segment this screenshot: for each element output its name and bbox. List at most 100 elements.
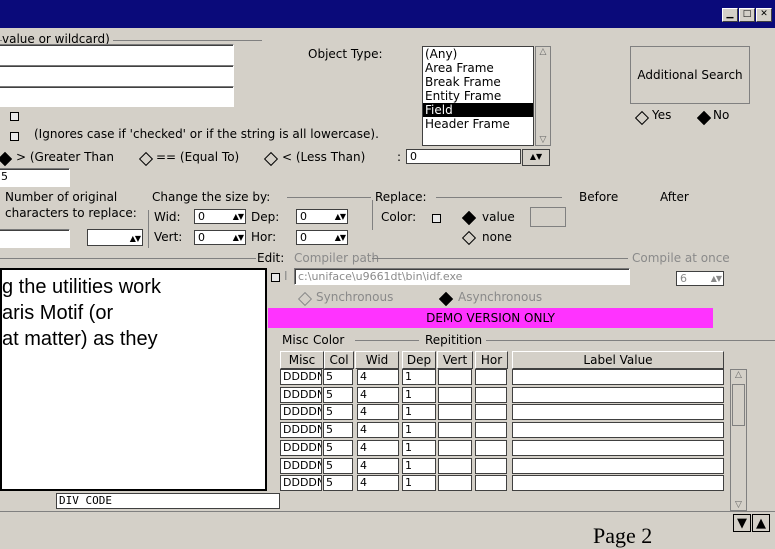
grid-cell-label[interactable] (512, 369, 724, 385)
grid-cell-hor[interactable] (475, 422, 507, 439)
compiler-checkbox[interactable] (271, 271, 280, 285)
grid-cell-hor[interactable] (475, 404, 507, 421)
grid-cell-hor[interactable] (475, 475, 507, 492)
grid-cell-wid[interactable]: 4 (357, 386, 399, 403)
maximize-button[interactable]: □ (739, 8, 755, 22)
dep-spin[interactable]: 0 ▲▼ (296, 209, 348, 224)
compare-spin-arrows[interactable]: ▲▼ (522, 149, 550, 166)
synchronous-radio[interactable] (297, 291, 313, 307)
grid-cell-col[interactable]: 5 (323, 386, 353, 403)
wid-header[interactable]: Wid (355, 351, 399, 369)
grid-cell-col[interactable]: 5 (323, 457, 353, 474)
orig-chars-spin[interactable]: ▲▼ (87, 229, 143, 246)
object-type-option[interactable]: Break Frame (423, 75, 533, 89)
grid-cell-misc[interactable]: DDDDN (280, 475, 322, 492)
grid-cell-dep[interactable]: 1 (402, 369, 436, 385)
grid-cell-col[interactable]: 5 (323, 439, 353, 456)
grid-cell-label[interactable] (512, 439, 724, 456)
grid-cell-dep[interactable]: 1 (402, 475, 436, 492)
grid-cell-label[interactable] (512, 475, 724, 492)
label-value-header[interactable]: Label Value (512, 351, 724, 369)
grid-cell-vert[interactable] (438, 386, 472, 403)
no-radio[interactable] (696, 110, 712, 126)
compare-eq-radio[interactable] (138, 151, 154, 167)
grid-cell-misc[interactable]: DDDDN (280, 369, 322, 385)
grid-cell-label[interactable] (512, 386, 724, 403)
misc-header[interactable]: Misc (280, 351, 324, 369)
grid-cell-col[interactable]: 5 (323, 369, 353, 385)
dep-header[interactable]: Dep (402, 351, 436, 369)
minimize-button[interactable]: ▁ (722, 8, 738, 22)
grid-cell-vert[interactable] (438, 439, 472, 456)
grid-cell-dep[interactable]: 1 (402, 386, 436, 403)
spin-arrows-icon[interactable]: ▲▼ (233, 210, 244, 223)
grid-cell-misc[interactable]: DDDDN (280, 439, 322, 456)
hor-header[interactable]: Hor (475, 351, 508, 369)
compare-lt-radio[interactable] (263, 151, 279, 167)
grid-cell-wid[interactable]: 4 (357, 404, 399, 421)
object-type-scrollbar[interactable]: △ ▽ (535, 46, 551, 146)
grid-scrollbar[interactable]: △ ▽ (730, 369, 747, 511)
page-up-button[interactable]: ▲ (752, 514, 770, 532)
grid-cell-hor[interactable] (475, 457, 507, 474)
small-value-input[interactable]: 5 (0, 168, 70, 187)
search-field-3[interactable] (0, 86, 234, 107)
compile-once-spin[interactable]: 6 ▲▼ (676, 271, 724, 286)
grid-cell-wid[interactable]: 4 (357, 457, 399, 474)
orig-chars-input[interactable] (0, 229, 70, 248)
grid-cell-hor[interactable] (475, 439, 507, 456)
grid-cell-misc[interactable]: DDDDN (280, 386, 322, 403)
page-down-button[interactable]: ▼ (733, 514, 751, 532)
grid-cell-hor[interactable] (475, 369, 507, 385)
grid-cell-wid[interactable]: 4 (357, 439, 399, 456)
grid-cell-dep[interactable]: 1 (402, 404, 436, 421)
yes-radio[interactable] (634, 110, 650, 126)
object-type-option[interactable]: Entity Frame (423, 89, 533, 103)
vert-header[interactable]: Vert (437, 351, 473, 369)
grid-cell-col[interactable]: 5 (323, 475, 353, 492)
grid-cell-misc[interactable]: DDDDN (280, 457, 322, 474)
none-radio[interactable] (461, 230, 477, 246)
grid-cell-col[interactable]: 5 (323, 404, 353, 421)
spin-arrows-icon[interactable]: ▲▼ (233, 231, 244, 244)
value-radio[interactable] (461, 210, 477, 226)
grid-cell-dep[interactable]: 1 (402, 422, 436, 439)
spin-arrows-icon[interactable]: ▲▼ (335, 231, 346, 244)
compare-gt-radio[interactable] (0, 151, 13, 167)
wid-spin[interactable]: 0 ▲▼ (194, 209, 246, 224)
grid-cell-dep[interactable]: 1 (402, 439, 436, 456)
grid-cell-vert[interactable] (438, 422, 472, 439)
grid-cell-col[interactable]: 5 (323, 422, 353, 439)
compare-value-input[interactable]: 0 (406, 149, 521, 164)
object-type-option-selected[interactable]: Field (423, 103, 533, 117)
grid-cell-misc[interactable]: DDDDN (280, 422, 322, 439)
object-type-option[interactable]: Area Frame (423, 61, 533, 75)
grid-cell-vert[interactable] (438, 457, 472, 474)
grid-cell-vert[interactable] (438, 475, 472, 492)
color-swatch[interactable] (530, 207, 566, 227)
grid-cell-label[interactable] (512, 404, 724, 421)
checkbox-1[interactable] (10, 110, 19, 124)
div-code-cell[interactable]: DIV CODE (56, 493, 280, 509)
additional-search-button[interactable]: Additional Search (630, 46, 750, 104)
close-button[interactable]: ✕ (756, 8, 772, 22)
grid-cell-wid[interactable]: 4 (357, 422, 399, 439)
spin-arrows-icon[interactable]: ▲▼ (711, 272, 722, 285)
compiler-path-input[interactable]: c:\uniface\u9661dt\bin\idf.exe (294, 268, 630, 285)
grid-cell-hor[interactable] (475, 386, 507, 403)
spin-arrows-icon[interactable]: ▲▼ (130, 232, 141, 245)
grid-cell-wid[interactable]: 4 (357, 369, 399, 385)
grid-cell-misc[interactable]: DDDDN (280, 404, 322, 421)
object-type-list[interactable]: (Any) Area Frame Break Frame Entity Fram… (422, 46, 534, 146)
search-field-1[interactable] (0, 44, 234, 65)
scroll-up-icon[interactable]: △ (731, 370, 746, 380)
grid-cell-wid[interactable]: 4 (357, 475, 399, 492)
color-checkbox[interactable] (432, 212, 441, 226)
vert-spin[interactable]: 0 ▲▼ (194, 230, 246, 245)
scroll-thumb[interactable] (732, 384, 745, 426)
ignore-case-checkbox[interactable] (10, 130, 19, 144)
grid-cell-vert[interactable] (438, 369, 472, 385)
spin-arrows-icon[interactable]: ▲▼ (335, 210, 346, 223)
grid-cell-vert[interactable] (438, 404, 472, 421)
col-header[interactable]: Col (324, 351, 354, 369)
